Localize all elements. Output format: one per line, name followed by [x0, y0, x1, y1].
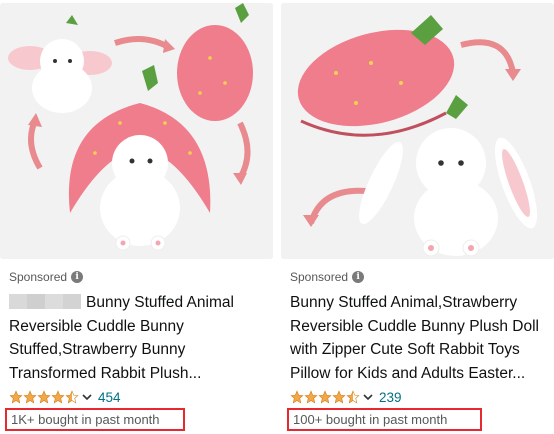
- sponsored-text: Sponsored: [290, 270, 349, 284]
- rating-row[interactable]: 454: [9, 389, 121, 405]
- sponsored-text: Sponsored: [9, 270, 68, 284]
- star-rating: [9, 390, 79, 404]
- info-icon[interactable]: i: [352, 271, 365, 283]
- star-full-icon: [318, 390, 332, 404]
- star-full-icon: [290, 390, 304, 404]
- sponsored-label[interactable]: Sponsored i: [290, 270, 365, 284]
- bought-in-past-month: 100+ bought in past month: [287, 408, 482, 431]
- product-title-1[interactable]: Bunny Stuffed Animal Reversible Cuddle B…: [9, 291, 271, 385]
- chevron-down-icon[interactable]: [81, 391, 93, 403]
- review-count[interactable]: 239: [379, 390, 402, 405]
- review-count[interactable]: 454: [98, 390, 121, 405]
- star-full-icon: [9, 390, 23, 404]
- star-full-icon: [51, 390, 65, 404]
- star-half-icon: [65, 390, 79, 404]
- star-rating: [290, 390, 360, 404]
- strawberry-bunny-image: [0, 3, 273, 259]
- info-icon[interactable]: i: [71, 271, 84, 283]
- sponsored-label[interactable]: Sponsored i: [9, 270, 84, 284]
- bought-in-past-month: 1K+ bought in past month: [5, 408, 185, 431]
- product-card-2[interactable]: Sponsored i Bunny Stuffed Animal,Strawbe…: [281, 0, 554, 434]
- star-full-icon: [304, 390, 318, 404]
- product-image-1[interactable]: [0, 3, 273, 259]
- product-title-2[interactable]: Bunny Stuffed Animal,Strawberry Reversib…: [290, 291, 552, 385]
- redacted-brand-block: [9, 294, 81, 309]
- star-full-icon: [332, 390, 346, 404]
- rating-row[interactable]: 239: [290, 389, 402, 405]
- star-full-icon: [37, 390, 51, 404]
- product-image-2[interactable]: [281, 3, 554, 259]
- chevron-down-icon[interactable]: [362, 391, 374, 403]
- star-half-icon: [346, 390, 360, 404]
- product-card-1[interactable]: Sponsored i Bunny Stuffed Animal Reversi…: [0, 0, 273, 434]
- product-grid: Sponsored i Bunny Stuffed Animal Reversi…: [0, 0, 554, 434]
- star-full-icon: [23, 390, 37, 404]
- strawberry-bunny-image: [281, 3, 554, 259]
